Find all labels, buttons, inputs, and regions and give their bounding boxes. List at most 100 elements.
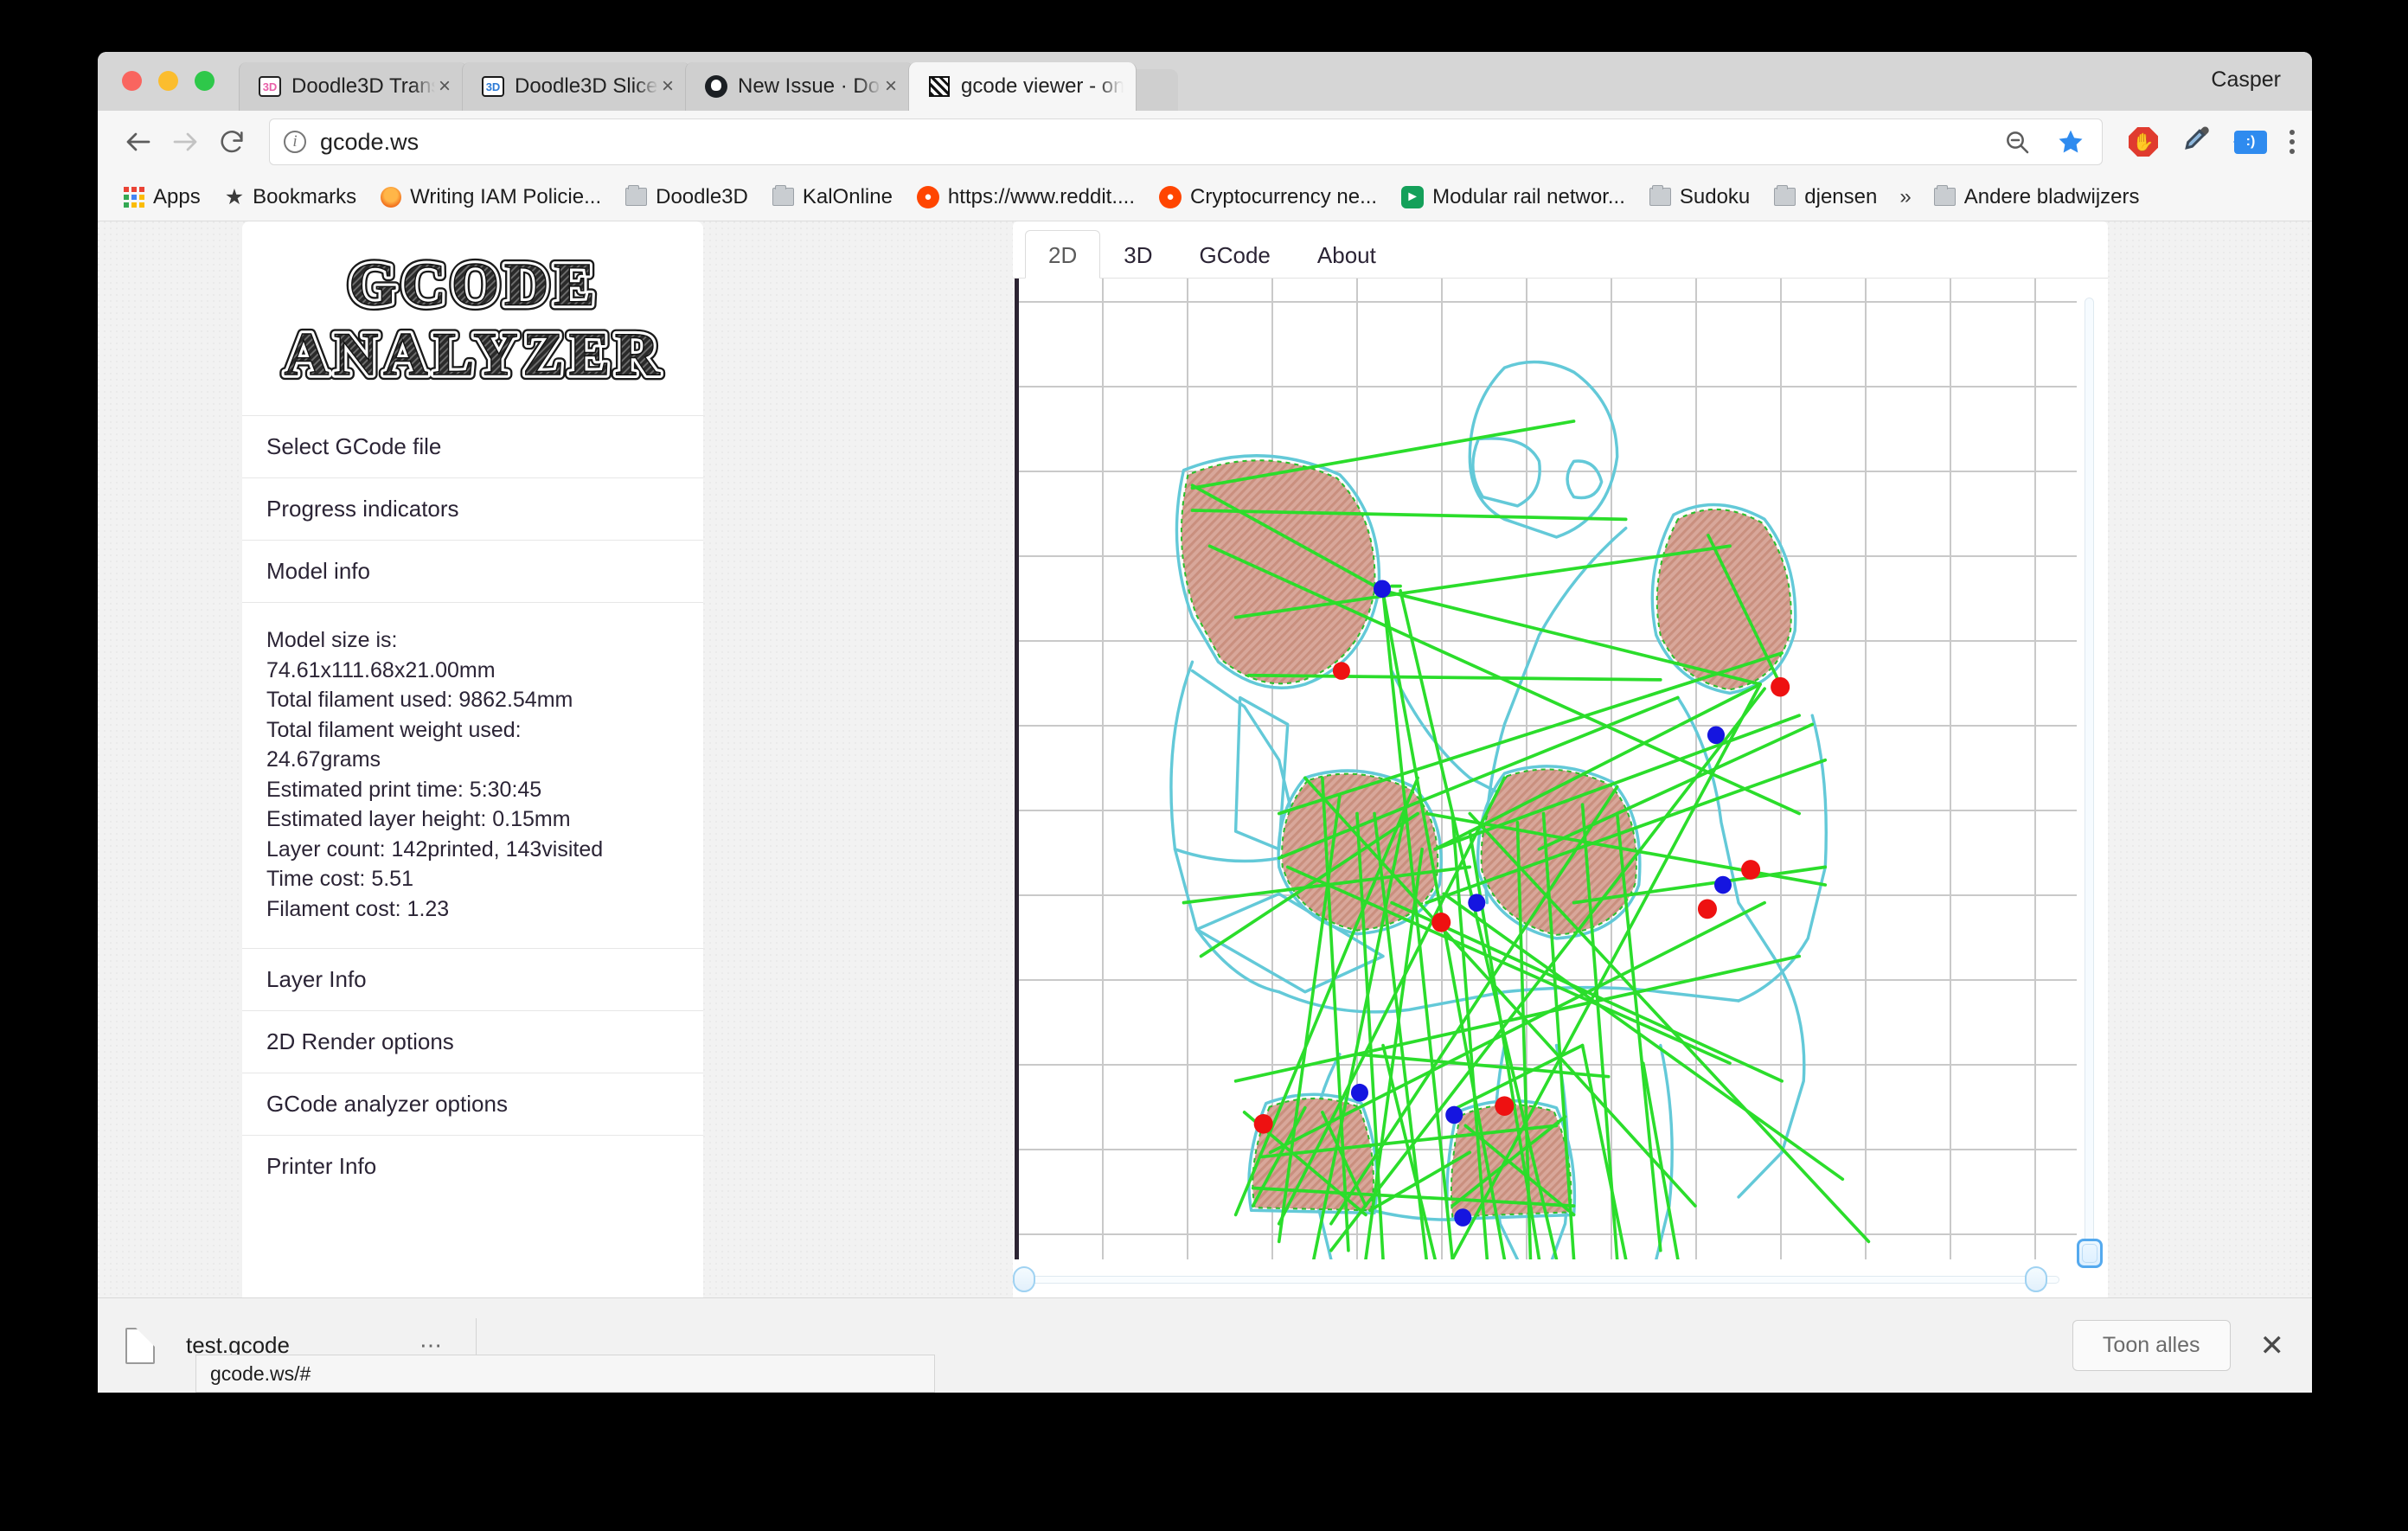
browser-window: 3D Doodle3D Transform × 3D Doodle3D Slic… — [98, 52, 2312, 1393]
tab-3d[interactable]: 3D — [1100, 230, 1175, 279]
canvas-wrap — [1013, 279, 2108, 1297]
tab-label: About — [1316, 242, 1376, 268]
bookmark-modular-rail-network[interactable]: ► Modular rail networ... — [1389, 178, 1637, 216]
minimize-window-button[interactable] — [158, 71, 178, 91]
viewer-panel: 2D 3D GCode About — [1013, 221, 2108, 1297]
model-info-line: Total filament weight used: — [266, 717, 522, 742]
tab-close-icon[interactable]: × — [881, 74, 900, 99]
model-info-line: Time cost: 5.51 — [266, 867, 413, 891]
star-filled-icon[interactable] — [2053, 125, 2088, 159]
restart-marker — [1468, 894, 1486, 912]
doodle3d-icon: 3D — [259, 75, 281, 98]
close-icon[interactable]: ✕ — [2260, 1331, 2285, 1361]
layer-slider-vertical[interactable] — [2077, 287, 2103, 1268]
bookmark-apps[interactable]: Apps — [112, 178, 213, 216]
sidebar-item-gcode-analyzer-options[interactable]: GCode analyzer options — [242, 1073, 703, 1135]
tab-title: gcode viewer - online gcode vi — [961, 74, 1124, 98]
bookmark-cryptocurrency-news[interactable]: ● Cryptocurrency ne... — [1147, 178, 1389, 216]
show-all-label: Toon alles — [2102, 1333, 2200, 1357]
sidebar-item-label: 2D Render options — [266, 1028, 454, 1054]
sidebar-item-label: Select GCode file — [266, 433, 442, 459]
bookmark-djensen[interactable]: djensen — [1762, 178, 1889, 216]
bookmark-writing-iam-policies[interactable]: Writing IAM Policie... — [368, 178, 613, 216]
forward-arrow-icon[interactable] — [162, 119, 208, 165]
folder-icon — [1774, 185, 1796, 206]
tab-close-icon[interactable]: × — [658, 74, 677, 99]
bookmark-bookmarks[interactable]: ★ Bookmarks — [213, 178, 368, 216]
tab-about[interactable]: About — [1294, 230, 1399, 279]
status-bubble: gcode.ws/# — [195, 1355, 935, 1393]
address-bar-url: gcode.ws — [320, 128, 419, 155]
bookmark-andere-bladwijzers[interactable]: Andere bladwijzers — [1922, 178, 2152, 216]
zoom-out-icon[interactable] — [2000, 125, 2034, 159]
slider-handle-right[interactable] — [2025, 1266, 2047, 1292]
browser-toolbar: i gcode.ws ✋:) — [98, 111, 2312, 173]
tab-new-issue-github[interactable]: New Issue · Doodle3D/Doodle3 × — [685, 62, 913, 111]
bookmark-label: Cryptocurrency ne... — [1190, 184, 1378, 208]
folder-icon — [1649, 185, 1671, 206]
retract-marker — [1741, 860, 1761, 880]
bookmark-reddit-url[interactable]: ● https://www.reddit.... — [905, 178, 1147, 216]
bookmark-label: Modular rail networ... — [1432, 184, 1625, 208]
sidebar-item-select-gcode-file[interactable]: Select GCode file — [242, 415, 703, 477]
tab-doodle3d-slicer[interactable]: 3D Doodle3D Slicer × — [462, 62, 690, 111]
tab-title: Doodle3D Slicer — [515, 74, 658, 98]
tab-gcode[interactable]: GCode — [1176, 230, 1294, 279]
layer-range-slider-horizontal[interactable] — [1013, 1266, 2073, 1292]
viewer-tab-list: 2D 3D GCode About — [1013, 221, 2108, 279]
slider-handle-left[interactable] — [1013, 1266, 1035, 1292]
tab-strip: 3D Doodle3D Transform × 3D Doodle3D Slic… — [98, 52, 2312, 111]
kebab-menu-icon[interactable] — [2290, 130, 2295, 154]
bookmark-label: https://www.reddit.... — [947, 184, 1136, 208]
profile-name[interactable]: Casper — [2211, 67, 2281, 93]
bookmark-kalonline[interactable]: KalOnline — [760, 178, 905, 216]
folder-icon — [625, 185, 648, 206]
sidebar-item-progress-indicators[interactable]: Progress indicators — [242, 477, 703, 540]
sidebar-item-label: Progress indicators — [266, 496, 459, 522]
model-info-line: Model size is: — [266, 628, 398, 652]
address-bar[interactable]: i gcode.ws — [269, 119, 2103, 165]
github-icon — [705, 75, 727, 98]
retract-marker — [1495, 1096, 1515, 1117]
restart-marker — [1374, 580, 1392, 599]
bookmark-label: Writing IAM Policie... — [410, 184, 602, 208]
maximize-window-button[interactable] — [195, 71, 215, 91]
close-window-button[interactable] — [122, 71, 142, 91]
retract-marker — [1431, 912, 1451, 932]
info-circle-icon[interactable]: i — [284, 131, 306, 153]
tab-title: New Issue · Doodle3D/Doodle3 — [738, 74, 881, 98]
restart-marker — [1350, 1083, 1368, 1102]
adblock-icon[interactable]: ✋ — [2129, 127, 2158, 157]
slider-track — [2085, 298, 2094, 1247]
gcode-2d-canvas[interactable] — [1015, 279, 2077, 1259]
tab-label: GCode — [1199, 242, 1271, 268]
restart-marker — [1707, 726, 1726, 745]
bookmark-sudoku[interactable]: Sudoku — [1637, 178, 1762, 216]
chevron-double-right-icon[interactable]: » — [1889, 185, 1921, 209]
sidebar-item-2d-render-options[interactable]: 2D Render options — [242, 1010, 703, 1073]
gcode-render-svg — [1169, 360, 1871, 1259]
eyedropper-icon[interactable] — [2181, 123, 2212, 161]
sidebar-item-model-info[interactable]: Model info — [242, 540, 703, 602]
tab-gcode-viewer[interactable]: gcode viewer - online gcode vi — [908, 62, 1137, 111]
back-arrow-icon[interactable] — [115, 119, 162, 165]
window-controls — [122, 71, 215, 91]
restart-marker — [1445, 1105, 1463, 1124]
reddit-icon: ● — [1159, 185, 1182, 208]
bookmark-label: Doodle3D — [656, 184, 748, 208]
sidebar-item-label: Model info — [266, 558, 370, 584]
sidebar-item-printer-info[interactable]: Printer Info — [242, 1135, 703, 1197]
bookmark-doodle3d[interactable]: Doodle3D — [613, 178, 760, 216]
reload-icon[interactable] — [208, 119, 255, 165]
tag-smiley-icon[interactable]: :) — [2234, 130, 2267, 154]
show-all-downloads-button[interactable]: Toon alles — [2072, 1320, 2231, 1371]
tab-close-icon[interactable]: × — [435, 74, 454, 99]
retract-marker — [1332, 662, 1350, 680]
model-info-line: 74.61x111.68x21.00mm — [266, 657, 496, 682]
tab-doodle3d-transform[interactable]: 3D Doodle3D Transform × — [239, 62, 467, 111]
tab-list: 3D Doodle3D Transform × 3D Doodle3D Slic… — [239, 62, 1178, 111]
slider-handle[interactable] — [2077, 1239, 2103, 1268]
page-content: GCODE GCODE GCODE ANALYZER ANALYZER ANAL… — [98, 221, 2312, 1297]
sidebar-item-layer-info[interactable]: Layer Info — [242, 948, 703, 1010]
tab-2d[interactable]: 2D — [1025, 230, 1101, 279]
